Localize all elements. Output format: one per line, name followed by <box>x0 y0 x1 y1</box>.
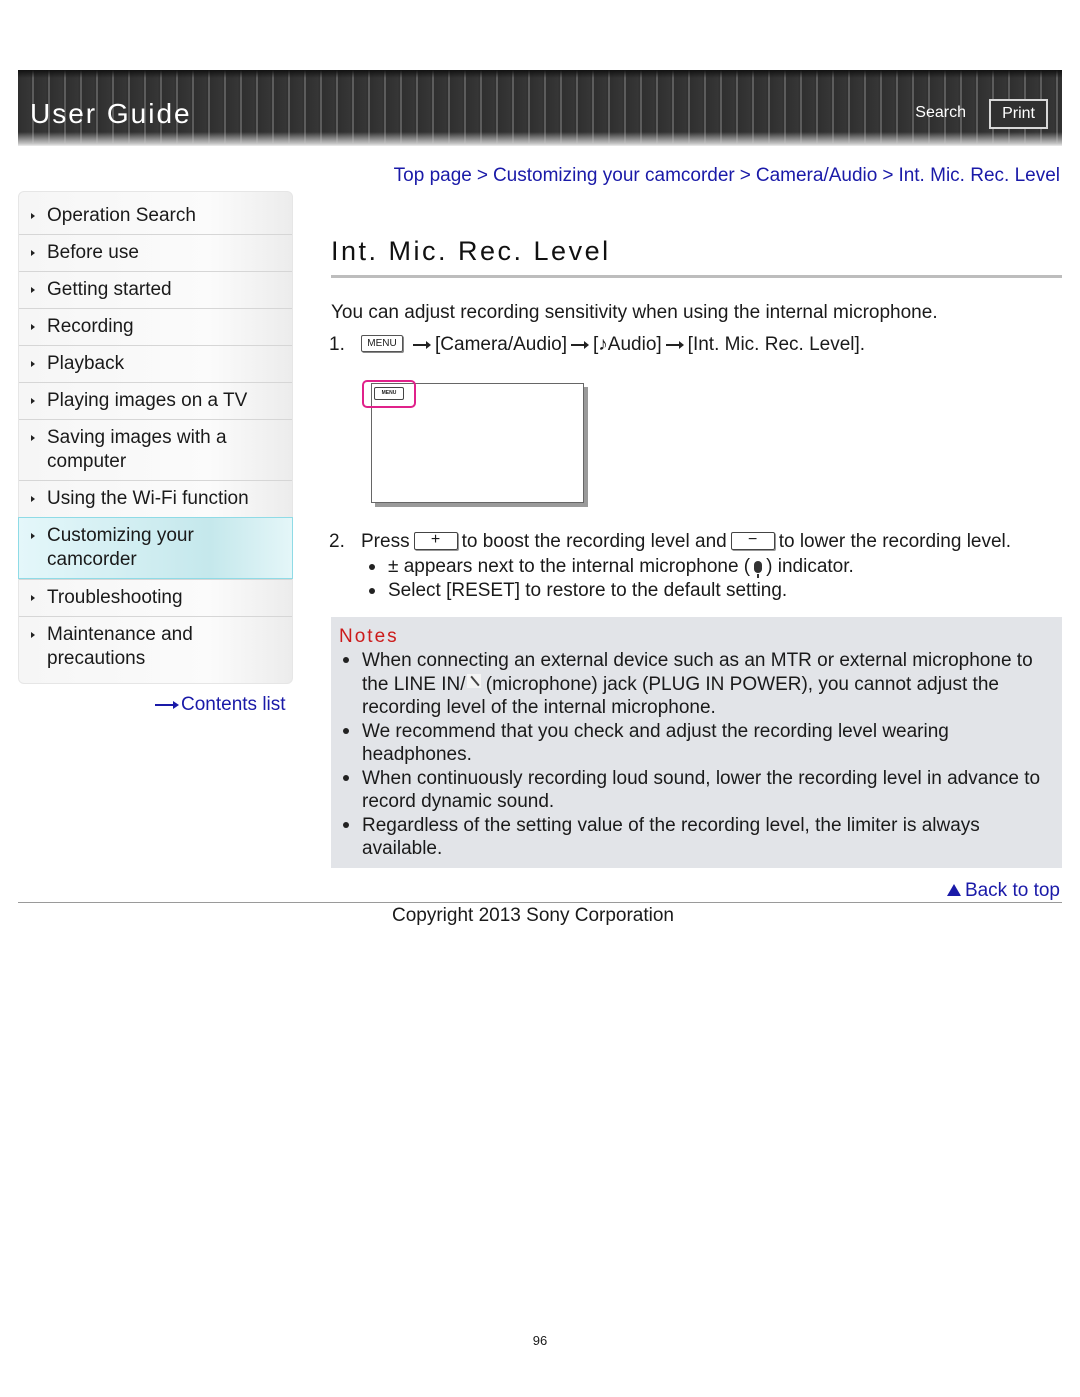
notes-box: Notes When connecting an external device… <box>331 617 1062 868</box>
print-button[interactable]: Print <box>989 99 1048 129</box>
page-title: Int. Mic. Rec. Level <box>331 236 611 266</box>
sidebar-item-wifi[interactable]: Using the Wi-Fi function <box>19 480 292 517</box>
note-item: We recommend that you check and adjust t… <box>339 720 1061 767</box>
triangle-right-icon <box>31 213 35 219</box>
bullet-text: ± appears next to the internal microphon… <box>388 556 751 577</box>
breadcrumb-separator: > <box>476 165 488 186</box>
back-to-top-link[interactable]: Back to top <box>946 880 1060 902</box>
sidebar-item-label: Maintenance and precautions <box>47 624 193 669</box>
note-item: When connecting an external device such … <box>339 649 1061 720</box>
step-2-bullets: ± appears next to the internal microphon… <box>366 555 854 603</box>
footer-divider <box>18 902 1062 903</box>
breadcrumb-separator: > <box>739 165 751 186</box>
sidebar-nav: Operation Search Before use Getting star… <box>18 191 293 684</box>
triangle-right-icon <box>31 287 35 293</box>
sidebar-item-troubleshooting[interactable]: Troubleshooting <box>19 579 292 616</box>
contents-list-link[interactable]: Contents list <box>155 694 286 716</box>
sidebar-item-operation-search[interactable]: Operation Search <box>19 192 292 234</box>
triangle-right-icon <box>31 632 35 638</box>
sidebar-item-label: Operation Search <box>47 205 196 226</box>
contents-list-label: Contents list <box>181 694 286 715</box>
sidebar-item-label: Playing images on a TV <box>47 390 248 411</box>
sidebar-item-label: Recording <box>47 316 134 337</box>
notes-title: Notes <box>339 626 399 647</box>
sidebar-item-label: Using the Wi-Fi function <box>47 488 249 509</box>
triangle-right-icon <box>31 398 35 404</box>
minus-button-icon: − <box>730 532 775 550</box>
bullet-text: ) indicator. <box>766 556 854 577</box>
breadcrumb-top-page[interactable]: Top page <box>394 165 472 186</box>
arrow-right-icon <box>571 340 590 349</box>
step-number: 1. <box>329 334 345 355</box>
plus-button-icon: + <box>413 532 458 550</box>
bullet-item: Select [RESET] to restore to the default… <box>366 579 854 603</box>
menu-button-icon: MENU <box>361 335 403 352</box>
breadcrumb-customizing[interactable]: Customizing your camcorder <box>493 165 735 186</box>
breadcrumb-current[interactable]: Int. Mic. Rec. Level <box>898 165 1060 186</box>
breadcrumb-separator: > <box>882 165 894 186</box>
sidebar-item-customizing[interactable]: Customizing your camcorder <box>18 517 293 579</box>
triangle-up-icon <box>946 884 961 896</box>
sidebar-item-before-use[interactable]: Before use <box>19 234 292 271</box>
sidebar-item-label: Saving images with a computer <box>47 427 227 472</box>
arrow-right-icon <box>413 340 431 349</box>
breadcrumb-camera-audio[interactable]: Camera/Audio <box>756 165 877 186</box>
menu-path-audio: [♪Audio] <box>593 334 662 355</box>
microphone-jack-icon <box>466 673 481 688</box>
sidebar-item-recording[interactable]: Recording <box>19 308 292 345</box>
step-1: 1. MENU [Camera/Audio] [♪Audio] [Int. Mic. R… <box>329 334 865 356</box>
sidebar-item-label: Troubleshooting <box>47 587 183 608</box>
arrow-right-icon <box>155 700 179 709</box>
sidebar-item-label: Getting started <box>47 279 172 300</box>
microphone-icon <box>754 561 763 578</box>
triangle-right-icon <box>31 324 35 330</box>
highlight-frame <box>362 380 416 408</box>
copyright: Copyright 2013 Sony Corporation <box>392 905 675 926</box>
triangle-right-icon <box>31 533 35 539</box>
step-2-press: Press <box>361 531 410 552</box>
step-number: 2. <box>329 531 345 552</box>
sidebar-item-playback[interactable]: Playback <box>19 345 292 382</box>
sidebar-item-label: Playback <box>47 353 125 374</box>
title-divider <box>331 275 1062 278</box>
triangle-right-icon <box>31 250 35 256</box>
note-item: Regardless of the setting value of the r… <box>339 814 1061 861</box>
page-number: 96 <box>532 1333 548 1348</box>
sidebar-item-playing-on-tv[interactable]: Playing images on a TV <box>19 382 292 419</box>
breadcrumb: Top page > Customizing your camcorder > Came… <box>394 165 1060 187</box>
step-2-mid: to boost the recording level and <box>461 531 727 552</box>
header-bar: User Guide Search Print <box>18 70 1062 146</box>
sidebar-item-saving-with-computer[interactable]: Saving images with a computer <box>19 419 292 480</box>
arrow-right-icon <box>665 340 684 349</box>
sidebar-item-maintenance[interactable]: Maintenance and precautions <box>19 616 292 683</box>
search-link[interactable]: Search <box>915 104 966 122</box>
lcd-screen-illustration: MENU <box>362 380 584 503</box>
step-2-end: to lower the recording level. <box>778 531 1012 552</box>
triangle-right-icon <box>31 595 35 601</box>
sidebar-item-label: Before use <box>47 242 139 263</box>
triangle-right-icon <box>31 361 35 367</box>
back-to-top-label: Back to top <box>964 880 1060 901</box>
triangle-right-icon <box>31 496 35 502</box>
note-item: When continuously recording loud sound, … <box>339 767 1061 814</box>
sidebar-item-getting-started[interactable]: Getting started <box>19 271 292 308</box>
intro-text: You can adjust recording sensitivity whe… <box>331 302 938 323</box>
app-title: User Guide <box>30 98 192 129</box>
menu-path-camera-audio: [Camera/Audio] <box>435 334 568 355</box>
step-2: 2. Press + to boost the recording level and… <box>329 531 1011 553</box>
menu-path-int-mic: [Int. Mic. Rec. Level]. <box>687 334 866 355</box>
triangle-right-icon <box>31 435 35 441</box>
bullet-item: ± appears next to the internal microphon… <box>366 555 854 579</box>
sidebar-item-label: Customizing your camcorder <box>47 525 194 570</box>
notes-list: When connecting an external device such … <box>339 649 1061 861</box>
